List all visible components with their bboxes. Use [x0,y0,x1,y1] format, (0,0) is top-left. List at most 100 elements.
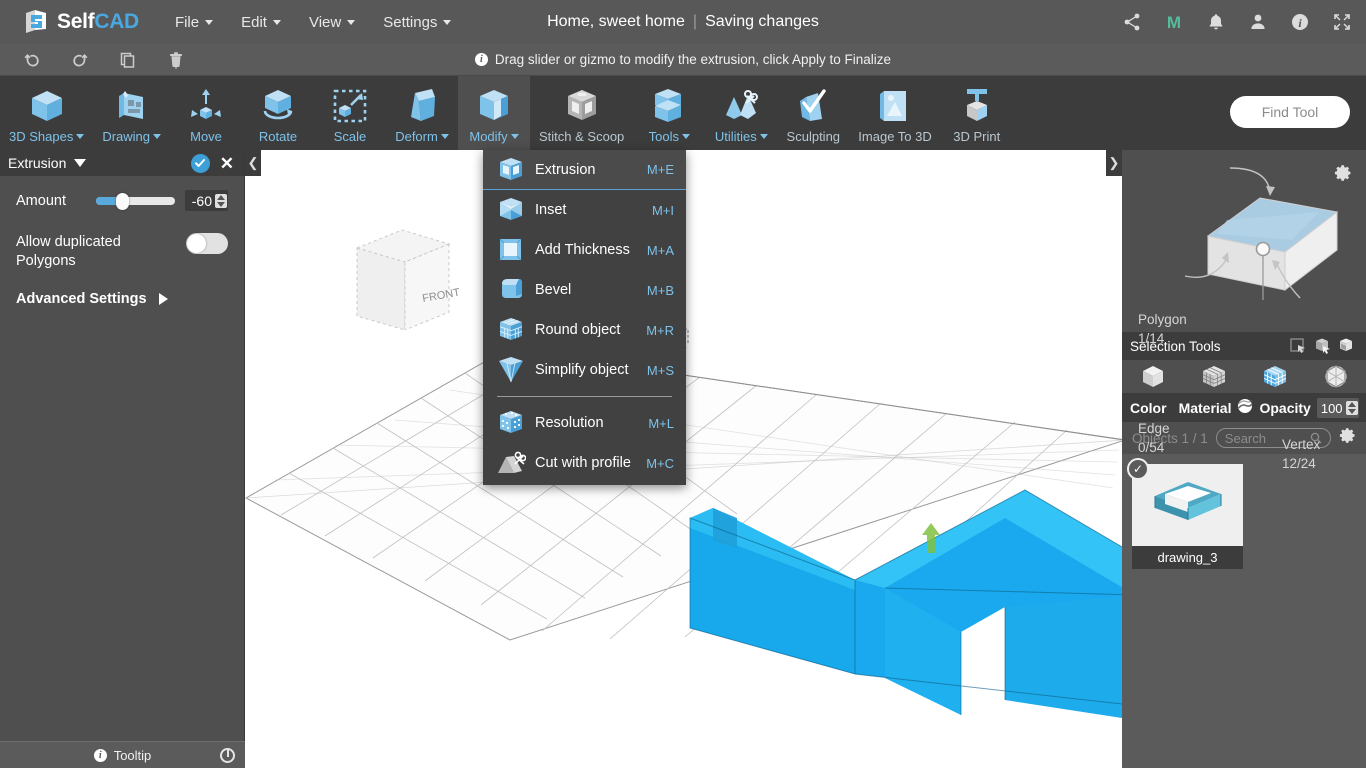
ribbon-label: Move [190,129,222,144]
amount-slider[interactable] [96,192,175,210]
close-icon[interactable]: ✕ [218,155,236,172]
polygon-label: Polygon [1138,312,1187,327]
ribbon-item-stitch-scoop[interactable]: Stitch & Scoop [530,76,633,150]
logo-text: SelfCAD [57,10,139,34]
menu-item-label: Extrusion [535,161,596,178]
polygon-count: Polygon 1/14 [1138,310,1187,348]
material-icon[interactable] [1237,398,1253,419]
advanced-settings-toggle[interactable]: Advanced Settings [0,271,244,307]
ribbon-item-tools[interactable]: Tools [633,76,705,150]
object-card-drawing-3[interactable]: ✓ drawing_3 [1127,458,1243,569]
allow-duplicated-toggle[interactable] [186,233,228,254]
rect-select-icon[interactable] [1286,335,1310,357]
menu-item-resolution[interactable]: Resolution M+L [483,403,686,443]
object-thumbnail-graphic [1154,482,1221,520]
color-label: Color [1130,400,1167,416]
gear-icon[interactable] [1334,164,1352,182]
slider-knob[interactable] [116,192,130,210]
face-select-icon[interactable] [1310,335,1334,357]
delete-button[interactable] [152,44,200,76]
amount-row: Amount -60 [0,176,244,211]
object-selected-check-icon[interactable]: ✓ [1127,458,1149,480]
menu-settings[interactable]: Settings [369,8,465,37]
tool-settings-panel: Extrusion ✕ Amount -60 Allow duplicated … [0,150,245,768]
image-to-3d-icon [874,84,916,128]
polygon-count-value: 1/14 [1138,331,1165,346]
menu-file-label: File [174,13,200,31]
view-cube[interactable]: FRONT [323,190,483,330]
menu-item-simplify-object[interactable]: Simplify object M+S [483,350,686,390]
spinner-up-icon[interactable] [217,194,225,200]
menu-item-cut-with-profile[interactable]: Cut with profile M+C [483,443,686,483]
ribbon-item-drawing[interactable]: Drawing [93,76,170,150]
opacity-spinner[interactable] [1345,401,1358,415]
menu-item-label: Bevel [535,282,572,298]
redo-button[interactable] [56,44,104,76]
3d-print-icon [956,84,998,128]
ribbon-item-image-to-3d[interactable]: Image To 3D [849,76,940,150]
ribbon-label: Sculpting [786,129,841,144]
spinner-up-icon[interactable] [1347,402,1356,407]
collapse-right-panel-button[interactable]: ❯ [1106,150,1122,176]
fullscreen-icon[interactable] [1332,12,1352,32]
ribbon-label: 3D Print [953,129,1001,144]
ribbon-label: Utilities [715,129,768,144]
objects-settings-icon[interactable] [1339,427,1356,449]
ribbon-item-sculpting[interactable]: Sculpting [777,76,849,150]
tool-panel-header: Extrusion ✕ [0,150,244,176]
polygon-mode-icon[interactable] [1244,360,1305,394]
info-icon: i [474,53,488,66]
app-logo[interactable]: SelfCAD [22,8,139,36]
copy-button[interactable] [104,44,152,76]
collapse-left-panel-button[interactable]: ❮ [245,150,261,176]
ribbon-item-3d-print[interactable]: 3D Print [941,76,1013,150]
bell-icon[interactable] [1206,12,1226,32]
object-name: drawing_3 [1132,546,1243,569]
tool-panel-title: Extrusion [8,155,67,171]
apply-button[interactable] [190,153,210,173]
ribbon-item-modify[interactable]: Modify [458,76,531,150]
save-status: Saving changes [705,13,819,30]
edge-mode-icon[interactable] [1305,360,1366,394]
user-icon[interactable] [1248,12,1268,32]
top-bar-icons: M i [1122,0,1352,44]
menu-item-bevel[interactable]: Bevel M+B [483,270,686,310]
ribbon-item-3d-shapes[interactable]: 3D Shapes [0,76,93,150]
menu-file[interactable]: File [161,8,227,37]
ribbon-label: Drawing [102,129,162,144]
menu-item-inset[interactable]: Inset M+I [483,190,686,230]
box-select-icon[interactable] [1334,335,1358,357]
menu-edit[interactable]: Edit [227,8,295,37]
find-tool-input[interactable]: Find Tool [1230,96,1350,128]
ribbon-item-deform[interactable]: Deform [386,76,458,150]
menu-item-shortcut: M+E [646,162,674,177]
menu-item-extrusion[interactable]: Extrusion M+E [483,150,686,190]
amount-spinner[interactable] [215,193,227,208]
cube-icon [26,84,68,128]
document-title[interactable]: Home, sweet home [547,13,685,30]
share-icon[interactable] [1122,12,1142,32]
power-icon[interactable] [220,747,235,763]
m-logo-icon[interactable]: M [1164,12,1184,32]
object-mode-icon[interactable] [1122,360,1183,394]
ribbon-item-utilities[interactable]: Utilities [705,76,777,150]
menu-item-round-object[interactable]: Round object M+R [483,310,686,350]
history-buttons [8,44,200,76]
amount-stepper[interactable]: -60 [185,190,228,211]
spinner-down-icon[interactable] [217,201,225,207]
ribbon-item-move[interactable]: Move [170,76,242,150]
vertex-mode-icon[interactable] [1183,360,1244,394]
object-thumbnail [1132,464,1243,546]
ribbon-item-rotate[interactable]: Rotate [242,76,314,150]
opacity-stepper[interactable]: 100 [1316,398,1359,418]
spinner-down-icon[interactable] [1347,409,1356,414]
info-icon[interactable]: i [1290,12,1310,32]
menu-view[interactable]: View [295,8,369,37]
selection-mode-bar [1122,360,1366,394]
chevron-down-icon[interactable] [74,159,87,167]
ribbon-item-scale[interactable]: Scale [314,76,386,150]
menu-item-label: Inset [535,202,567,218]
undo-button[interactable] [8,44,56,76]
chevron-down-icon [153,134,162,139]
menu-item-add-thickness[interactable]: Add Thickness M+A [483,230,686,270]
